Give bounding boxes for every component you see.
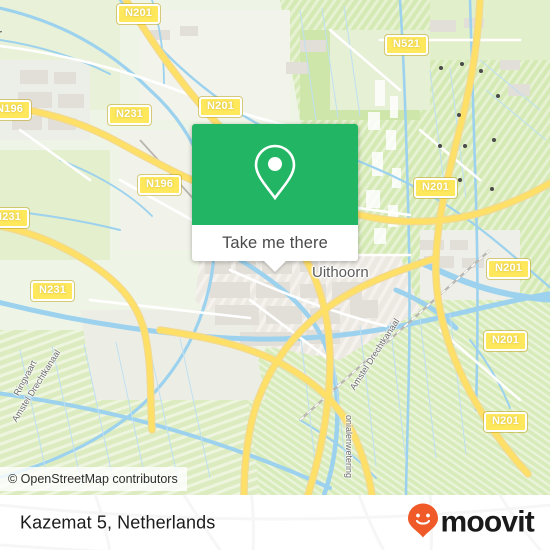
location-title: Kazemat 5, Netherlands (20, 512, 216, 532)
road-shield: N201 (484, 331, 528, 351)
road-shield: N521 (385, 35, 429, 55)
road-shield: N196 (138, 175, 182, 195)
moovit-wordmark: moovit (440, 505, 534, 539)
road-shield: N231 (0, 208, 30, 228)
moovit-brand-logo[interactable]: moovit (407, 502, 535, 543)
footer-bar: Kazemat 5, Netherlands moovit (0, 495, 550, 550)
place-label-uithoorn: Uithoorn (312, 264, 369, 281)
location-callout-card[interactable]: Take me there (192, 124, 358, 272)
moovit-smiley-pin-icon (407, 502, 439, 543)
moovit-map-screenshot: N201 N521 N201 N231 N196 N196 N201 N231 … (0, 0, 550, 550)
road-shield: N231 (31, 281, 75, 301)
callout-icon-area (192, 124, 358, 225)
road-shield: N201 (199, 97, 243, 117)
map-pin-icon (252, 143, 298, 206)
callout-pointer-arrow (264, 261, 286, 272)
road-shield: N196 (0, 100, 32, 120)
road-shield: N201 (414, 178, 458, 198)
water-label-wetering: onialenwetering (344, 415, 354, 479)
take-me-there-label: Take me there (222, 233, 328, 252)
callout-action-bar[interactable]: Take me there (192, 225, 358, 272)
road-shield: N231 (108, 105, 152, 125)
edge-label-fragment: r (0, 26, 2, 43)
road-shield: N201 (117, 4, 161, 24)
road-shield: N201 (487, 259, 531, 279)
osm-attribution[interactable]: © OpenStreetMap contributors (0, 467, 187, 491)
road-shield: N201 (484, 412, 528, 432)
